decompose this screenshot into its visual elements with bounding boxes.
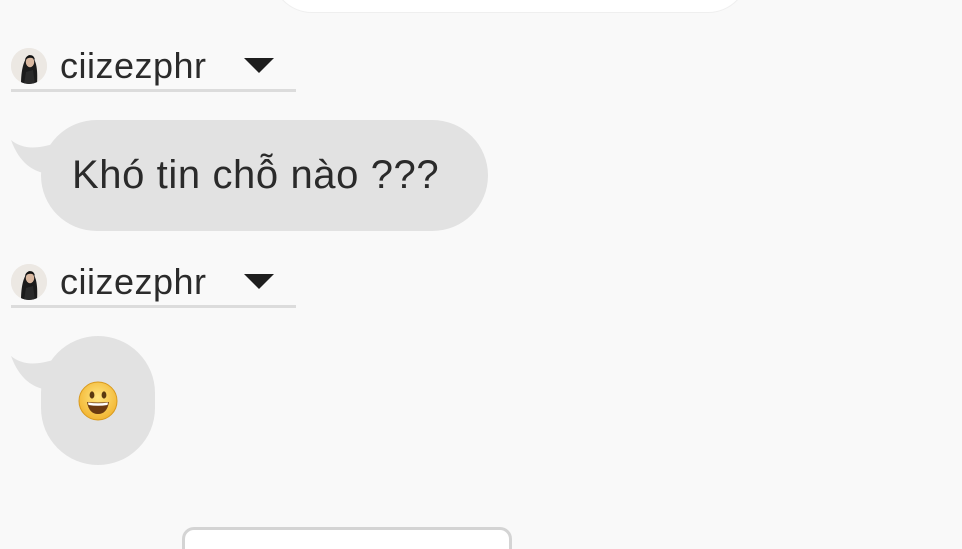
chat-thread: ciizezphr Khó tin chỗ nào ??? ciizezphr bbox=[0, 0, 962, 549]
message-bubble[interactable]: Khó tin chỗ nào ??? bbox=[41, 120, 488, 231]
smiling-face-emoji-icon bbox=[78, 381, 118, 420]
chevron-down-icon[interactable] bbox=[244, 274, 274, 289]
avatar[interactable] bbox=[11, 47, 47, 84]
avatar[interactable] bbox=[11, 263, 47, 300]
user-photo-avatar-icon bbox=[11, 47, 47, 84]
message-bubble[interactable] bbox=[41, 336, 155, 465]
message-sender-header[interactable]: ciizezphr bbox=[11, 42, 296, 92]
previous-message-bubble[interactable] bbox=[272, 0, 748, 12]
sender-name: ciizezphr bbox=[60, 44, 207, 86]
message-sender-header[interactable]: ciizezphr bbox=[11, 258, 296, 308]
message-text: Khó tin chỗ nào ??? bbox=[72, 153, 440, 197]
user-photo-avatar-icon bbox=[11, 263, 47, 300]
next-message-card[interactable] bbox=[182, 527, 512, 549]
chevron-down-icon[interactable] bbox=[244, 58, 274, 73]
sender-name: ciizezphr bbox=[60, 260, 207, 302]
